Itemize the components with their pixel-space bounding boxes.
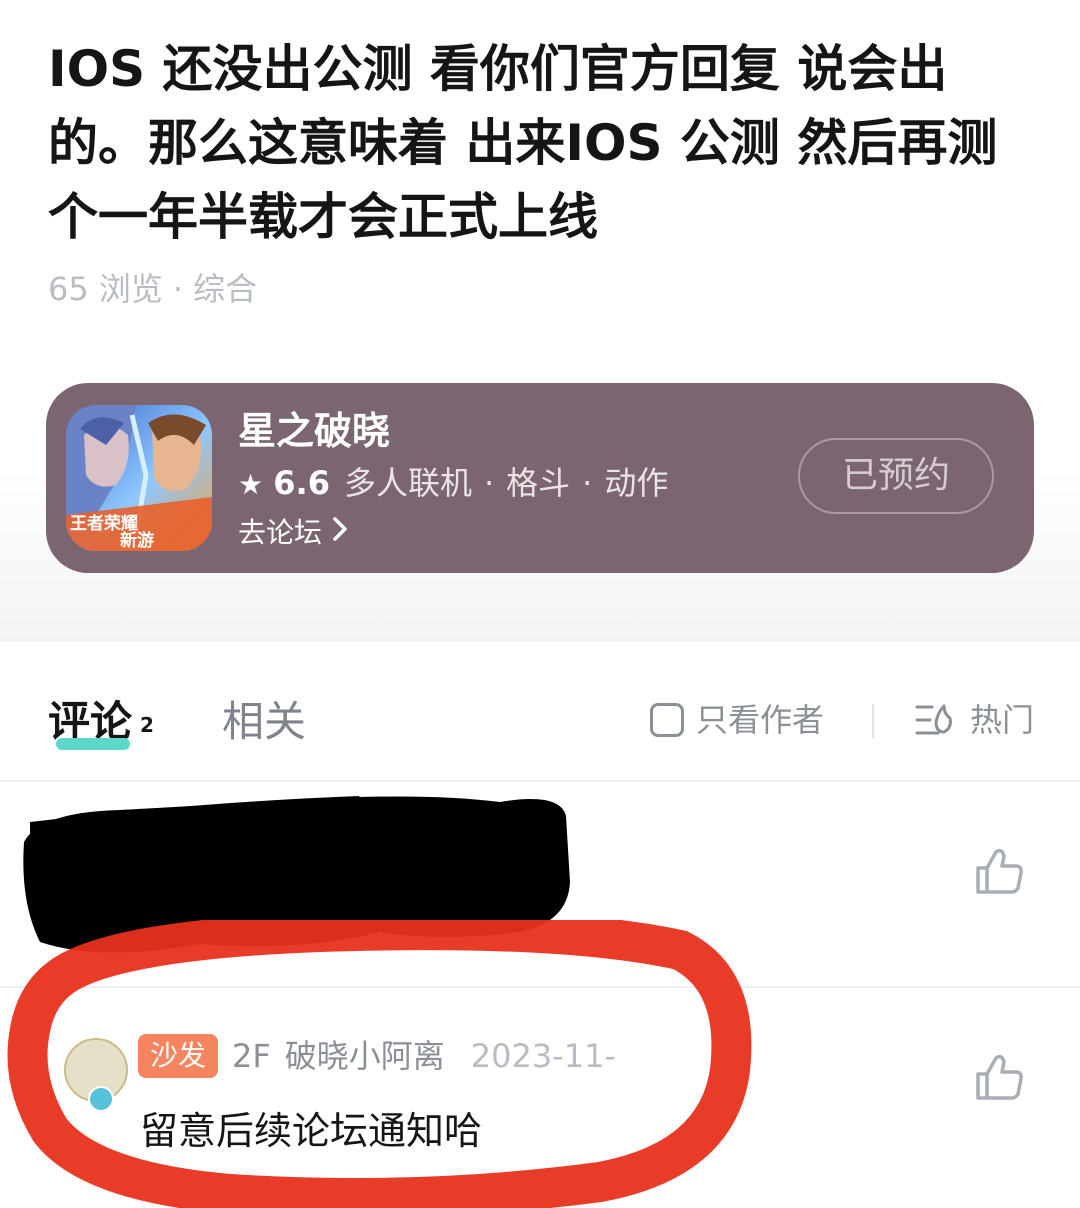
sofa-badge: 沙发 (138, 1034, 219, 1078)
author-only-toggle[interactable]: 只看作者 (650, 698, 824, 742)
tag-separator: · (582, 464, 593, 502)
verified-badge-icon (88, 1086, 114, 1112)
comment-author[interactable]: 破晓小阿离 (285, 1037, 445, 1075)
game-tag: 多人联机 (343, 464, 472, 502)
active-tab-indicator (56, 738, 130, 750)
redaction-scribble (23, 796, 571, 953)
comment-item: 沙发 2F 破晓小阿离 2023-11- 留意后续论坛通知哈 (0, 988, 1080, 1208)
comment-header: 2F 破晓小阿离 2023-11- (232, 1034, 616, 1078)
comment-item (0, 782, 1080, 986)
sort-icon (915, 704, 952, 735)
star-icon: ★ (238, 468, 264, 501)
comment-date: 2023-11- (470, 1037, 617, 1075)
comment-count: 2 (140, 713, 154, 737)
like-button[interactable] (972, 844, 1026, 898)
game-tag: 格斗 (506, 464, 571, 502)
forum-link-label: 去论坛 (238, 516, 323, 549)
chevron-right-icon (332, 513, 348, 553)
game-meta: ★ 6.6 多人联机 · 格斗 · 动作 (238, 461, 668, 507)
game-tag: 动作 (604, 464, 669, 502)
post-category[interactable]: 综合 (193, 270, 257, 308)
meta-separator: · (172, 270, 184, 308)
tag-separator: · (483, 464, 495, 502)
view-count: 65 浏览 (48, 270, 163, 308)
tab-related[interactable]: 相关 (222, 692, 306, 752)
post-meta: 65 浏览 · 综合 (48, 266, 257, 312)
sort-label: 热门 (970, 701, 1035, 739)
go-to-forum-link[interactable]: 去论坛 (238, 513, 348, 553)
reserved-button[interactable]: 已预约 (798, 438, 994, 514)
checkbox-icon[interactable] (650, 703, 684, 737)
sort-hot-button[interactable]: 热门 (914, 698, 1034, 742)
game-rating: 6.6 (273, 464, 330, 502)
comment-body: 留意后续论坛通知哈 (140, 1109, 483, 1153)
author-only-label: 只看作者 (696, 701, 825, 739)
comment-tabs-bar: 评论 2 相关 只看作者 热门 (0, 642, 1080, 780)
post-title: IOS 还没出公测 看你们官方回复 说会出的。那么这意味着 出来IOS 公测 然… (48, 40, 998, 246)
comment-floor: 2F (232, 1037, 271, 1075)
like-button[interactable] (972, 1050, 1026, 1104)
game-name[interactable]: 星之破晓 (238, 407, 390, 455)
divider (872, 704, 874, 738)
game-card[interactable]: 王者荣耀 新游 星之破晓 ★ 6.6 多人联机 · 格斗 · 动作 去论坛 已预约 (46, 383, 1034, 573)
game-icon-caption-2: 新游 (120, 530, 154, 551)
game-icon[interactable]: 王者荣耀 新游 (66, 405, 212, 551)
